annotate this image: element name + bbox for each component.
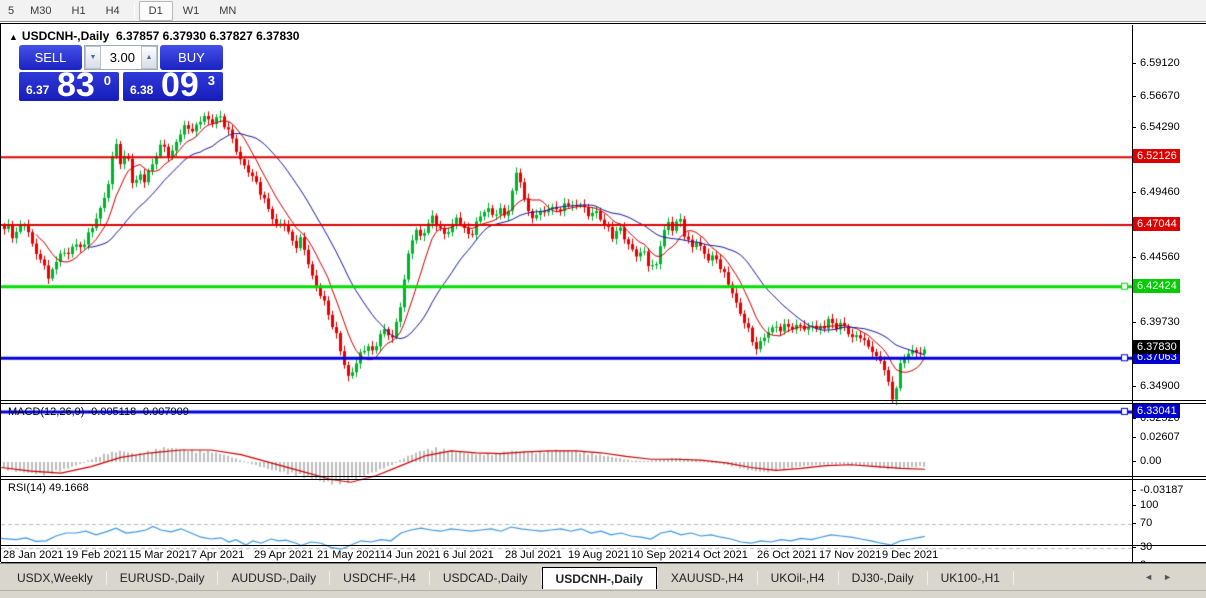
timeframe-button-mn[interactable]: MN xyxy=(209,1,246,21)
buy-price-point: 3 xyxy=(207,73,215,88)
tabs-scroll-left-icon[interactable]: ◄ xyxy=(1144,571,1153,583)
axis-tick-mark xyxy=(1132,192,1136,193)
chart-tab-eurusd-daily[interactable]: EURUSD-,Daily xyxy=(107,567,218,589)
axis-tick-mark xyxy=(1132,418,1136,419)
price-axis-label: 6.49460 xyxy=(1140,186,1180,198)
rsi-axis-label: 100 xyxy=(1140,499,1159,511)
one-click-trade-panel: SELL ▼ ▲ BUY 6.37 83 0 6.38 09 3 xyxy=(19,45,223,104)
rsi-axis-label: 70 xyxy=(1140,517,1153,529)
chart-tab-usdx-weekly[interactable]: USDX,Weekly xyxy=(4,567,106,589)
chart-tab-audusd-daily[interactable]: AUDUSD-,Daily xyxy=(218,567,329,589)
axis-tick-mark xyxy=(1132,257,1136,258)
macd-axis-label: 0.02607 xyxy=(1140,431,1180,443)
axis-tick-mark xyxy=(1132,63,1136,64)
axis-tick-mark xyxy=(1132,461,1136,462)
chart-ohlc-values: 6.37857 6.37930 6.37827 6.37830 xyxy=(115,29,300,43)
price-axis-label: 6.44560 xyxy=(1140,251,1180,263)
date-axis-label: 19 Aug 2021 xyxy=(568,549,630,561)
date-axis-label: 9 Dec 2021 xyxy=(882,549,939,561)
tab-separator xyxy=(1012,571,1014,585)
sell-price-box[interactable]: 6.37 83 0 xyxy=(19,66,119,104)
axis-tick-mark xyxy=(1132,127,1136,128)
date-axis-label: 10 Sep 2021 xyxy=(631,549,694,561)
price-axis-line xyxy=(1132,25,1133,562)
date-axis-label: 4 Oct 2021 xyxy=(694,549,748,561)
date-axis-label: 6 Jul 2021 xyxy=(443,549,494,561)
sell-price-main: 83 xyxy=(57,66,95,104)
pane-separator xyxy=(1,479,1206,480)
chart-window: ▲ USDCNH-,Daily 6.37857 6.37930 6.37827 6… xyxy=(0,23,1206,568)
chart-tab-strip: USDX,Weekly EURUSD-,Daily AUDUSD-,Daily USD… xyxy=(0,563,1206,598)
axis-tick-mark xyxy=(1132,523,1136,524)
macd-pane-canvas[interactable] xyxy=(1,427,1132,499)
pane-separator xyxy=(1,403,1206,404)
timeframe-button-m30[interactable]: M30 xyxy=(20,1,61,21)
tab-strip-divider xyxy=(0,590,1206,591)
axis-tick-mark xyxy=(1132,386,1136,387)
axis-tick-mark xyxy=(1132,437,1136,438)
chart-tab-uk100-h1[interactable]: UK100-,H1 xyxy=(928,567,1013,589)
rsi-axis-label: 30 xyxy=(1140,541,1153,553)
macd-indicator-label: MACD(12,26,9) -0.005118 -0.007909 xyxy=(8,406,189,418)
date-axis-label: 29 Apr 2021 xyxy=(254,549,314,561)
date-axis-label: 28 Jan 2021 xyxy=(3,549,64,561)
chart-symbol-label: USDCNH-,Daily xyxy=(21,29,110,43)
buy-price-box[interactable]: 6.38 09 3 xyxy=(123,66,223,104)
chart-tab-xauusd-h4[interactable]: XAUUSD-,H4 xyxy=(658,567,757,589)
axis-tick-mark xyxy=(1132,490,1136,491)
sell-price-prefix: 6.37 xyxy=(26,83,50,97)
price-axis-label: 6.34900 xyxy=(1140,380,1180,392)
macd-axis-label: -0.03187 xyxy=(1140,484,1184,496)
price-axis-label: 6.56670 xyxy=(1140,90,1180,102)
rsi-indicator-label: RSI(14) 49.1668 xyxy=(8,482,89,494)
tabs-scroll-right-icon[interactable]: ► xyxy=(1163,571,1172,583)
timeframe-button-w1[interactable]: W1 xyxy=(173,1,210,21)
pane-separator xyxy=(1,400,1206,401)
macd-axis-label: 0.00 xyxy=(1140,455,1162,467)
date-axis-label: 26 Oct 2021 xyxy=(757,549,817,561)
chart-tab-ukoil-h4[interactable]: UKOil-,H4 xyxy=(758,567,838,589)
collapse-triangle-icon[interactable]: ▲ xyxy=(9,32,18,42)
axis-tick-mark xyxy=(1132,96,1136,97)
pane-separator xyxy=(1,545,1206,546)
date-axis-label: 19 Feb 2021 xyxy=(66,549,128,561)
timeframe-button-h4[interactable]: H4 xyxy=(96,1,130,21)
current-price-badge: 6.37830 xyxy=(1133,340,1180,354)
date-axis-label: 21 May 2021 xyxy=(317,549,381,561)
date-axis-label: 28 Jul 2021 xyxy=(505,549,562,561)
toolbar-separator xyxy=(133,2,135,19)
chart-title: ▲ USDCNH-,Daily 6.37857 6.37930 6.37827 6… xyxy=(9,29,299,43)
date-axis-label: 17 Nov 2021 xyxy=(819,549,882,561)
pane-separator xyxy=(1,476,1206,477)
timeframe-button-5[interactable]: 5 xyxy=(2,1,20,21)
date-axis-label: 7 Apr 2021 xyxy=(191,549,245,561)
chart-tab-usdcad-daily[interactable]: USDCAD-,Daily xyxy=(430,567,541,589)
volume-increase-button[interactable]: ▲ xyxy=(141,46,157,69)
price-axis-label: 6.59120 xyxy=(1140,57,1180,69)
price-level-badge: 6.33041 xyxy=(1133,404,1180,418)
timeframe-button-h1[interactable]: H1 xyxy=(62,1,96,21)
price-level-badge: 6.47044 xyxy=(1133,217,1180,231)
timeframe-button-d1[interactable]: D1 xyxy=(138,0,173,21)
buy-price-main: 09 xyxy=(161,66,199,104)
price-axis-label: 6.39730 xyxy=(1140,316,1180,328)
axis-tick-mark xyxy=(1132,547,1136,548)
chart-tab-usdchf-h4[interactable]: USDCHF-,H4 xyxy=(330,567,429,589)
timeframe-toolbar: 5 M30 H1 H4 D1 W1 MN xyxy=(0,0,1206,22)
price-axis-label: 6.54290 xyxy=(1140,121,1180,133)
price-level-badge: 6.42424 xyxy=(1133,279,1180,293)
volume-spinner: ▼ ▲ xyxy=(84,45,158,70)
axis-tick-mark xyxy=(1132,505,1136,506)
sell-price-point: 0 xyxy=(103,73,111,88)
volume-input[interactable] xyxy=(101,46,141,69)
date-axis-label: 15 Mar 2021 xyxy=(129,549,191,561)
chart-tabs: USDX,Weekly EURUSD-,Daily AUDUSD-,Daily USD… xyxy=(4,567,1014,589)
buy-price-prefix: 6.38 xyxy=(130,83,154,97)
price-level-badge: 6.52126 xyxy=(1133,149,1180,163)
axis-tick-mark xyxy=(1132,322,1136,323)
chart-tab-dj30-daily[interactable]: DJ30-,Daily xyxy=(839,567,927,589)
date-axis-label: 14 Jun 2021 xyxy=(380,549,441,561)
chart-tab-usdcnh-daily[interactable]: USDCNH-,Daily xyxy=(541,567,657,589)
